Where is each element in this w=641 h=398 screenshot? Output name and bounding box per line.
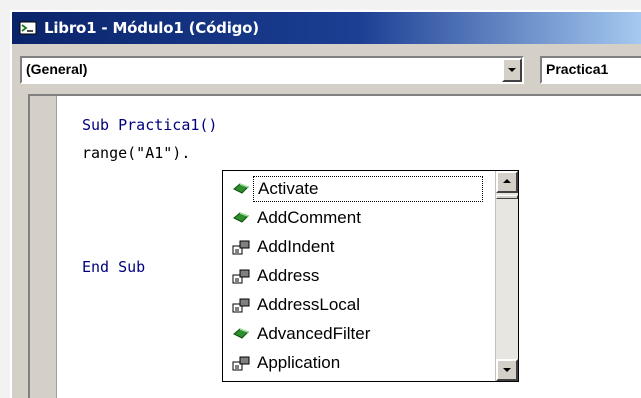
list-item-application[interactable]: Application xyxy=(229,349,485,377)
list-item-label: AddComment xyxy=(257,208,361,227)
code-line-3: End Sub xyxy=(82,258,145,276)
object-dropdown-button[interactable] xyxy=(502,58,522,82)
code-window-icon xyxy=(19,21,37,35)
code-line-2: range("A1"). xyxy=(82,144,191,162)
procedure-dropdown-value: Practica1 xyxy=(546,61,609,77)
list-item-addresslocal[interactable]: AddressLocal xyxy=(229,291,485,319)
code-editor[interactable]: Sub Practica1() range("A1"). End Sub Act… xyxy=(28,94,641,398)
list-item-label: Application xyxy=(257,353,341,372)
list-item-label: AddressLocal xyxy=(257,295,361,314)
chevron-down-icon xyxy=(508,68,516,72)
list-item-label: Address xyxy=(257,266,320,285)
list-item-label: AddIndent xyxy=(257,237,335,256)
list-item-activate[interactable]: Activate xyxy=(229,175,485,203)
property-icon xyxy=(232,298,250,313)
property-icon xyxy=(232,356,250,371)
list-item-label: AdvancedFilter xyxy=(257,324,371,343)
list-item-label: Activate xyxy=(253,176,483,202)
list-item-advancedfilter[interactable]: AdvancedFilter xyxy=(229,320,485,348)
scroll-up-button[interactable] xyxy=(496,171,518,193)
vba-code-window: Libro1 - Módulo1 (Código) (General) Prac… xyxy=(10,10,641,398)
list-item-addindent[interactable]: AddIndent xyxy=(229,233,485,261)
code-line-3-text: End Sub xyxy=(82,258,146,276)
window-title: Libro1 - Módulo1 (Código) xyxy=(44,19,259,37)
method-icon xyxy=(233,212,249,223)
chevron-up-icon xyxy=(503,179,511,183)
scroll-down-button[interactable] xyxy=(496,359,518,381)
code-line-1: Sub Practica1() xyxy=(82,116,217,134)
list-item-address[interactable]: Address xyxy=(229,262,485,290)
method-icon xyxy=(233,183,249,194)
method-icon xyxy=(233,328,249,339)
vertical-scrollbar[interactable] xyxy=(495,171,518,381)
autocomplete-list[interactable]: Activate AddComment AddIndent Address Ad… xyxy=(222,170,519,382)
code-line-1-text: Sub Practica1() xyxy=(82,116,218,134)
scroll-thumb[interactable] xyxy=(496,195,518,199)
title-bar[interactable]: Libro1 - Módulo1 (Código) xyxy=(12,12,641,44)
list-item-addcomment[interactable]: AddComment xyxy=(229,204,485,232)
property-icon xyxy=(232,240,250,255)
procedure-dropdown[interactable]: Practica1 xyxy=(540,56,641,84)
margin-indicator-bar[interactable] xyxy=(30,96,57,398)
property-icon xyxy=(232,269,250,284)
object-dropdown-value: (General) xyxy=(26,61,88,77)
object-dropdown[interactable]: (General) xyxy=(20,56,524,84)
chevron-down-icon xyxy=(503,368,511,372)
